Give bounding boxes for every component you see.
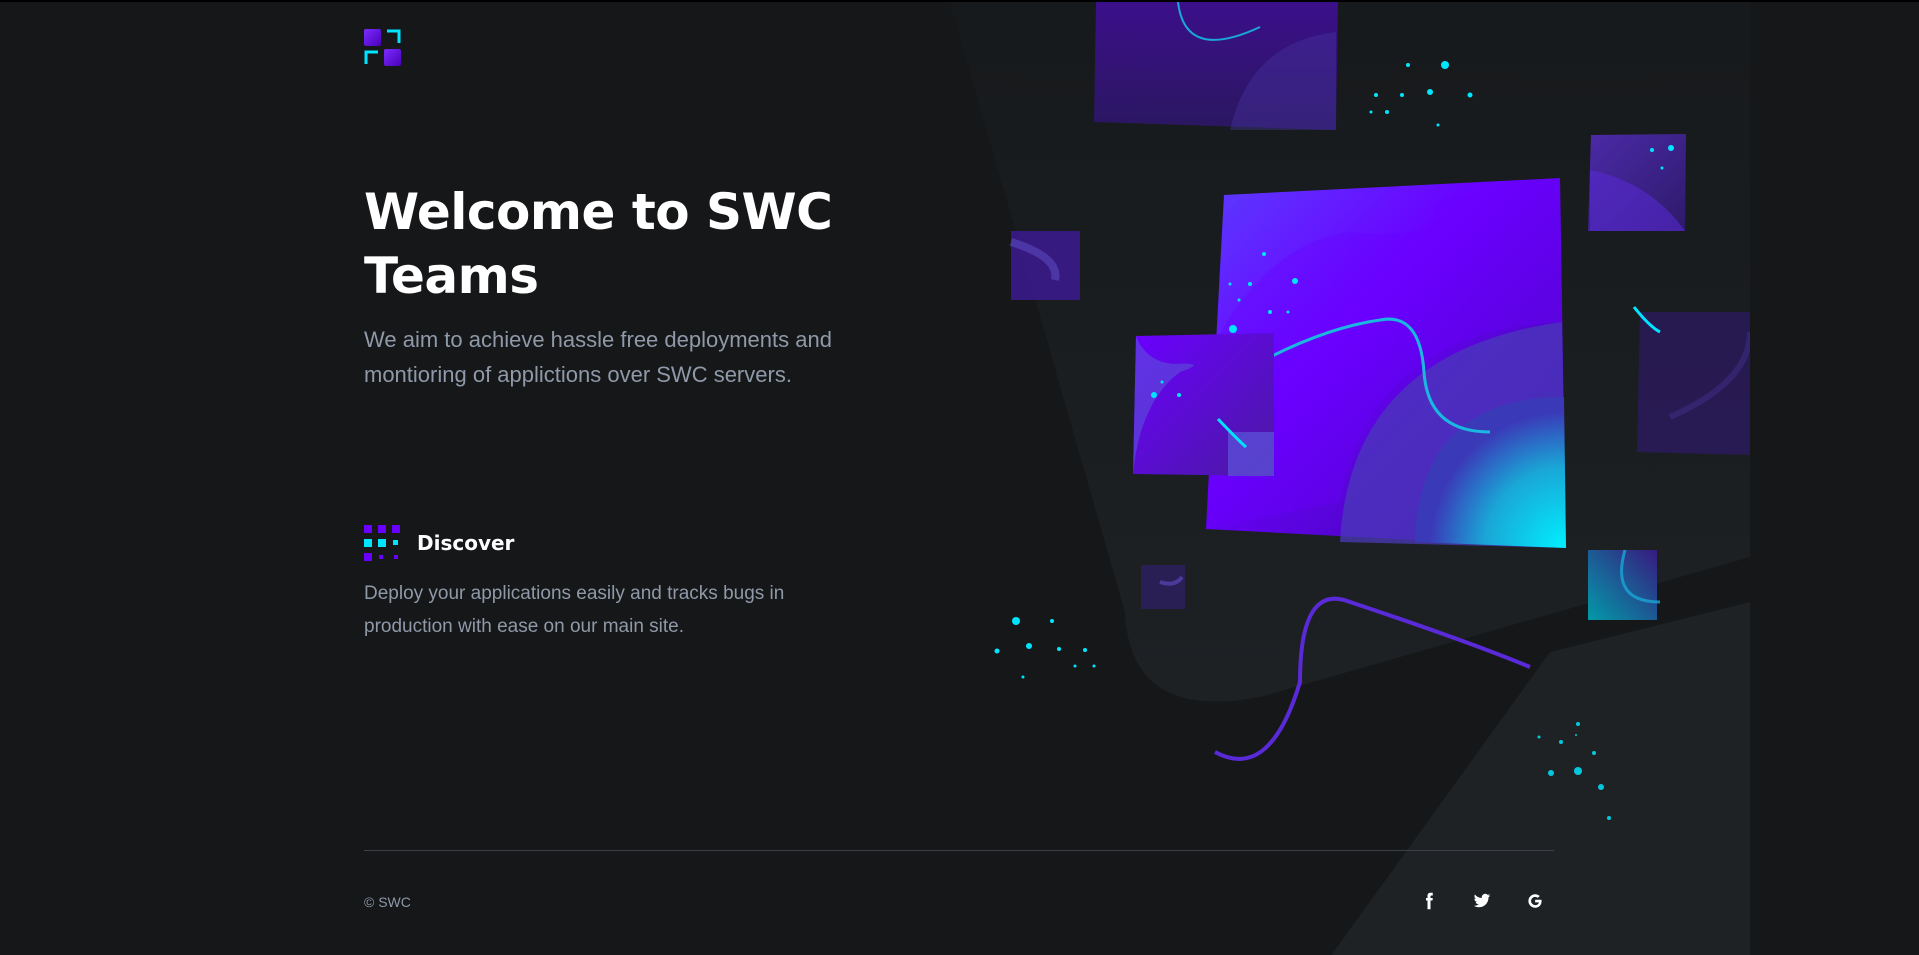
hero-illustration: [950, 1, 1753, 955]
logo-icon: [364, 29, 401, 66]
twitter-icon: [1473, 893, 1491, 908]
brand-logo[interactable]: [364, 29, 401, 66]
footer-divider: [364, 850, 1554, 851]
feature-title: Discover: [417, 531, 515, 555]
hero-subtitle: We aim to achieve hassle free deployment…: [364, 327, 832, 387]
facebook-icon: [1426, 892, 1433, 910]
grid-dots-icon: [364, 525, 401, 562]
feature-description: Deploy your applications easily and trac…: [364, 583, 785, 637]
hero-title: Welcome to SWC Teams: [364, 183, 833, 305]
twitter-link[interactable]: [1472, 891, 1492, 911]
google-link[interactable]: [1525, 891, 1545, 911]
copyright: © SWC: [364, 894, 411, 910]
google-icon: [1528, 894, 1542, 908]
facebook-link[interactable]: [1419, 891, 1439, 911]
